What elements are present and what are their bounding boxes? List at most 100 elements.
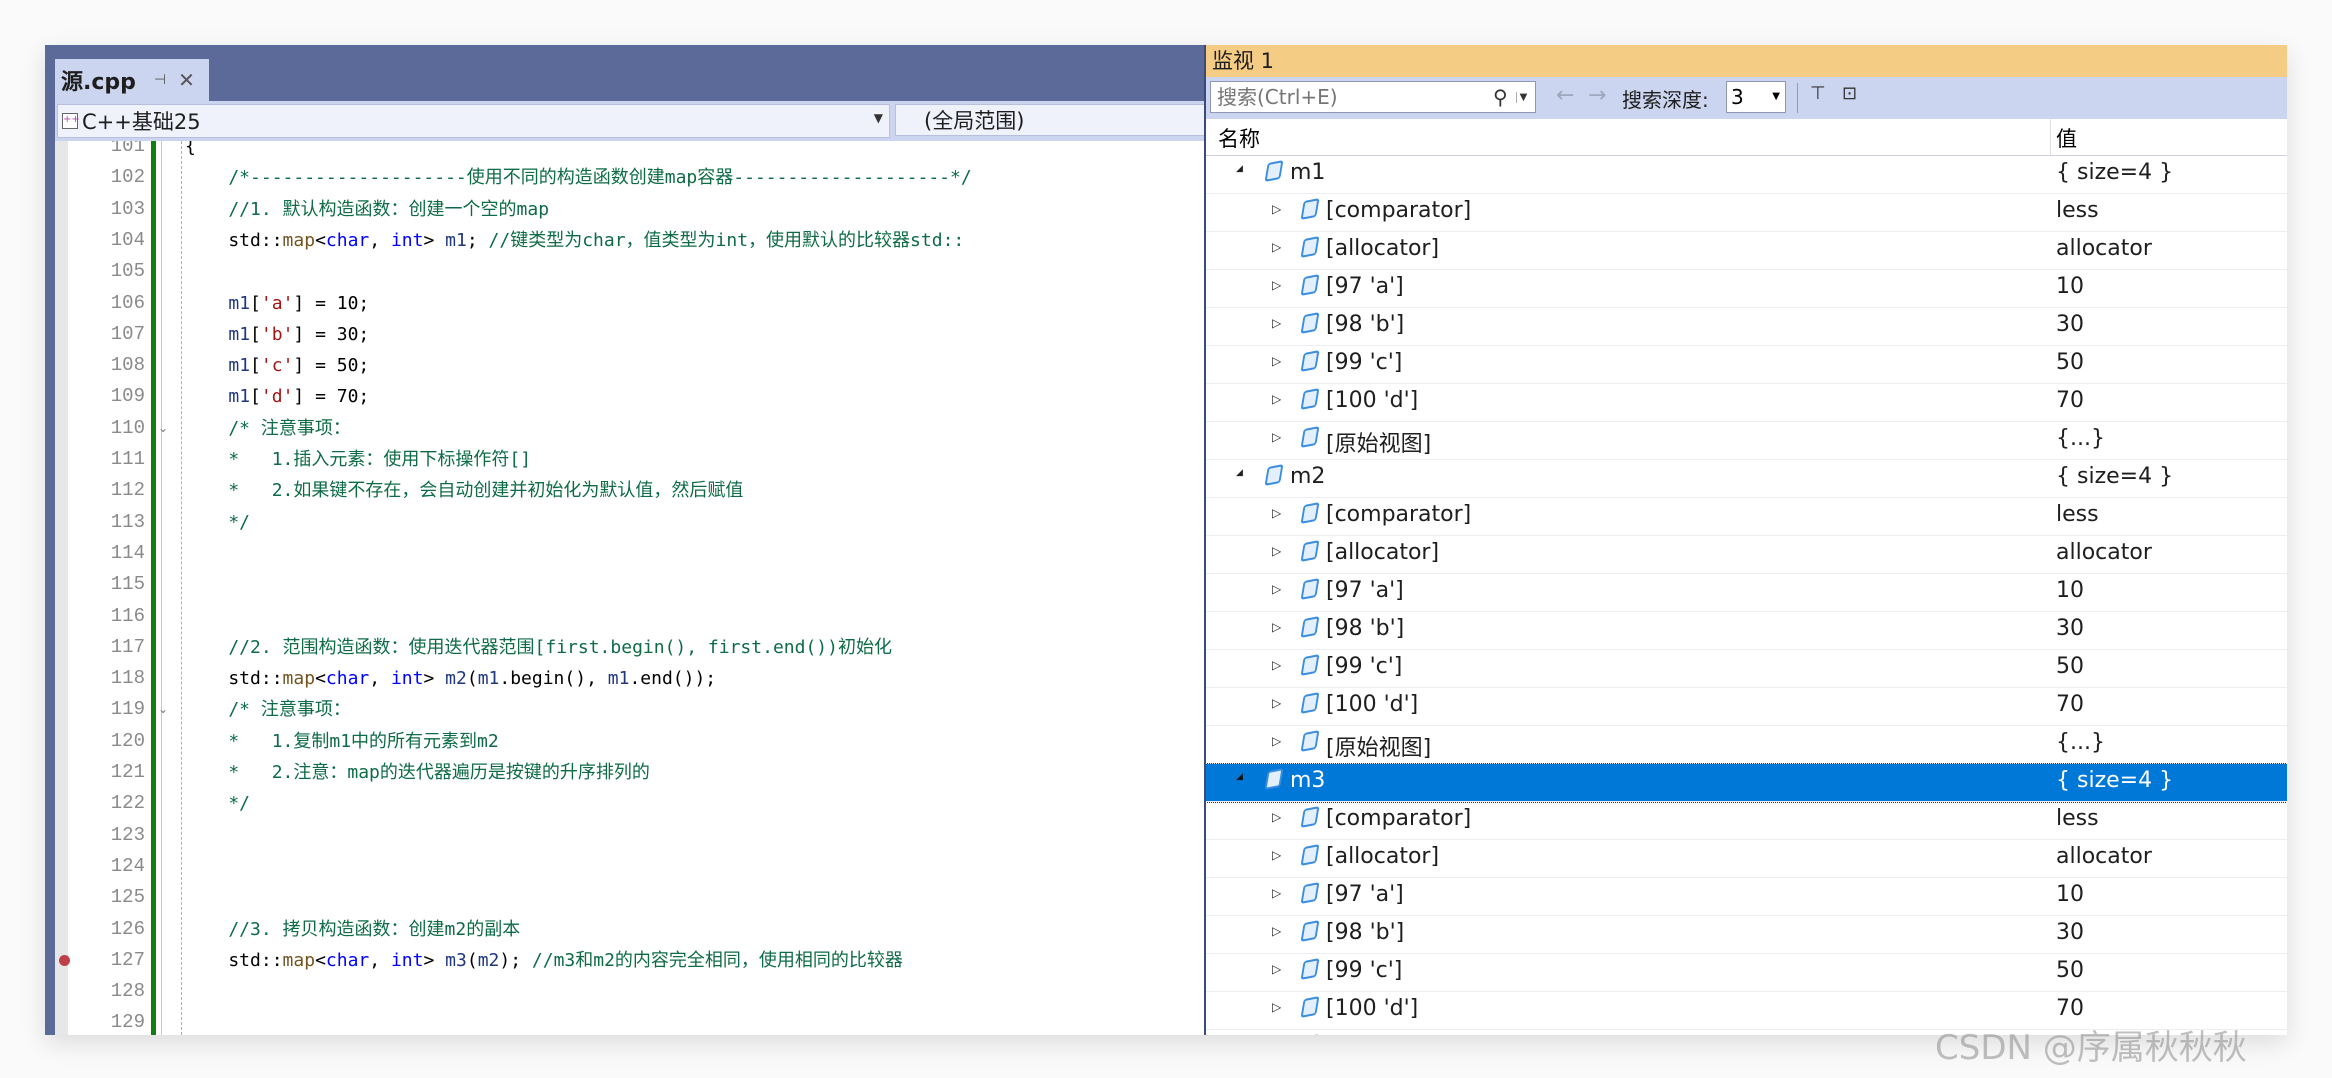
- watch-value[interactable]: 30: [2056, 616, 2084, 641]
- watch-value[interactable]: 30: [2056, 312, 2084, 337]
- watch-value[interactable]: allocator: [2056, 540, 2152, 565]
- watch-value[interactable]: less: [2056, 806, 2099, 831]
- watch-child-row[interactable]: ▷ [99 'c'] 50: [1206, 954, 2287, 992]
- watch-value[interactable]: less: [2056, 198, 2099, 223]
- expand-arrow-icon[interactable]: ▷: [1272, 506, 1281, 520]
- expand-arrow-icon[interactable]: ▷: [1272, 658, 1281, 672]
- watch-value[interactable]: 10: [2056, 274, 2084, 299]
- watch-child-row[interactable]: ▷ [97 'a'] 10: [1206, 878, 2287, 916]
- watch-child-row[interactable]: ▷ [allocator] allocator: [1206, 840, 2287, 878]
- watch-child-row[interactable]: ▷ [99 'c'] 50: [1206, 650, 2287, 688]
- expand-arrow-icon[interactable]: ▷: [1272, 886, 1281, 900]
- fold-toggle-icon[interactable]: ⌄: [158, 694, 168, 725]
- code-line[interactable]: 129: [55, 1007, 1204, 1035]
- watch-value[interactable]: 70: [2056, 388, 2084, 413]
- code-line[interactable]: 106 m1['a'] = 10;: [55, 288, 1204, 319]
- code-line[interactable]: 122 */: [55, 788, 1204, 819]
- watch-child-row[interactable]: ▷ [原始视图] {...}: [1206, 422, 2287, 460]
- close-icon[interactable]: ✕: [178, 68, 195, 92]
- code-line[interactable]: 107 m1['b'] = 30;: [55, 319, 1204, 350]
- expand-arrow-icon[interactable]: ▷: [1272, 354, 1281, 368]
- search-input[interactable]: [1215, 84, 1489, 110]
- watch-child-row[interactable]: ▷ [comparator] less: [1206, 498, 2287, 536]
- watch-child-row[interactable]: ▷ [99 'c'] 50: [1206, 346, 2287, 384]
- code-line[interactable]: 127 std::map<char, int> m3(m2); //m3和m2的…: [55, 945, 1204, 976]
- expand-arrow-icon[interactable]: ▷: [1272, 240, 1281, 254]
- code-line[interactable]: 112 * 2.如果键不存在，会自动创建并初始化为默认值，然后赋值: [55, 475, 1204, 506]
- tab-source-cpp[interactable]: 源.cpp ⊣ ✕: [55, 59, 209, 101]
- watch-value[interactable]: 10: [2056, 882, 2084, 907]
- code-line[interactable]: 109 m1['d'] = 70;: [55, 381, 1204, 412]
- column-resize-handle[interactable]: [2050, 119, 2051, 155]
- search-forward-button[interactable]: →: [1588, 83, 1606, 108]
- code-line[interactable]: 108 m1['c'] = 50;: [55, 350, 1204, 381]
- expand-arrow-icon[interactable]: ▷: [1272, 316, 1281, 330]
- watch-variable-row[interactable]: ◢ m2 { size=4 }: [1206, 460, 2287, 498]
- scope-dropdown[interactable]: (全局范围): [895, 104, 1215, 136]
- code-line[interactable]: 114: [55, 538, 1204, 569]
- watch-child-row[interactable]: ▷ [原始视图] {...}: [1206, 726, 2287, 764]
- code-line[interactable]: 123: [55, 820, 1204, 851]
- watch-child-row[interactable]: ▷ [98 'b'] 30: [1206, 916, 2287, 954]
- code-line[interactable]: 117 //2. 范围构造函数：使用迭代器范围[first.begin(), f…: [55, 632, 1204, 663]
- watch-child-row[interactable]: ▷ [97 'a'] 10: [1206, 270, 2287, 308]
- expand-arrow-icon[interactable]: ▷: [1272, 734, 1281, 748]
- expand-arrow-icon[interactable]: ▷: [1272, 202, 1281, 216]
- project-dropdown[interactable]: ++ C++基础25 ▼: [57, 104, 890, 138]
- search-icon[interactable]: ⚲: [1493, 85, 1508, 109]
- code-line[interactable]: 111 * 1.插入元素：使用下标操作符[]: [55, 444, 1204, 475]
- watch-child-row[interactable]: ▷ [98 'b'] 30: [1206, 612, 2287, 650]
- search-back-button[interactable]: ←: [1556, 83, 1574, 108]
- watch-child-row[interactable]: ▷ [allocator] allocator: [1206, 536, 2287, 574]
- watch-value[interactable]: 70: [2056, 996, 2084, 1021]
- watch-value[interactable]: { size=4 }: [2056, 464, 2173, 489]
- watch-value[interactable]: 70: [2056, 692, 2084, 717]
- watch-child-row[interactable]: ▷ [100 'd'] 70: [1206, 384, 2287, 422]
- code-area[interactable]: 101 {102 /*--------------------使用不同的构造函数创…: [55, 141, 1204, 1035]
- code-line[interactable]: 110 /* 注意事项： ⌄: [55, 413, 1204, 444]
- code-line[interactable]: 104 std::map<char, int> m1; //键类型为char，值…: [55, 225, 1204, 256]
- view-hex-icon[interactable]: ⊡: [1842, 83, 1857, 104]
- code-line[interactable]: 101 {: [55, 141, 1204, 162]
- code-line[interactable]: 116: [55, 601, 1204, 632]
- watch-variable-row[interactable]: ◢ m1 { size=4 }: [1206, 156, 2287, 194]
- column-name[interactable]: 名称: [1218, 123, 1260, 153]
- expand-arrow-icon[interactable]: ▷: [1272, 1000, 1281, 1014]
- watch-value[interactable]: 30: [2056, 920, 2084, 945]
- watch-value[interactable]: less: [2056, 502, 2099, 527]
- code-line[interactable]: 126 //3. 拷贝构造函数：创建m2的副本: [55, 914, 1204, 945]
- code-line[interactable]: 113 */: [55, 507, 1204, 538]
- code-line[interactable]: 102 /*--------------------使用不同的构造函数创建map…: [55, 162, 1204, 193]
- collapse-arrow-icon[interactable]: ◢: [1236, 468, 1243, 478]
- watch-child-row[interactable]: ▷ [allocator] allocator: [1206, 232, 2287, 270]
- fold-toggle-icon[interactable]: ⌄: [158, 413, 168, 444]
- expand-arrow-icon[interactable]: ▷: [1272, 620, 1281, 634]
- watch-child-row[interactable]: ▷ [comparator] less: [1206, 802, 2287, 840]
- expand-arrow-icon[interactable]: ▷: [1272, 848, 1281, 862]
- expand-arrow-icon[interactable]: ▷: [1272, 924, 1281, 938]
- code-line[interactable]: 120 * 1.复制m1中的所有元素到m2: [55, 726, 1204, 757]
- watch-value[interactable]: 10: [2056, 578, 2084, 603]
- watch-child-row[interactable]: ▷ [100 'd'] 70: [1206, 688, 2287, 726]
- code-line[interactable]: 105: [55, 256, 1204, 287]
- expand-arrow-icon[interactable]: ▷: [1272, 810, 1281, 824]
- expand-arrow-icon[interactable]: ▷: [1272, 278, 1281, 292]
- watch-value[interactable]: { size=4 }: [2056, 160, 2173, 185]
- watch-child-row[interactable]: ▷ [98 'b'] 30: [1206, 308, 2287, 346]
- expand-arrow-icon[interactable]: ▷: [1272, 544, 1281, 558]
- pin-icon[interactable]: ⊤: [1810, 83, 1826, 104]
- search-depth-dropdown[interactable]: 3 ▼: [1726, 81, 1786, 113]
- expand-arrow-icon[interactable]: ▷: [1272, 962, 1281, 976]
- watch-variable-row[interactable]: ◢ m3 { size=4 }: [1206, 763, 2287, 803]
- expand-arrow-icon[interactable]: ▷: [1272, 392, 1281, 406]
- watch-value[interactable]: 50: [2056, 958, 2084, 983]
- code-line[interactable]: 115: [55, 569, 1204, 600]
- code-line[interactable]: 103 //1. 默认构造函数：创建一个空的map: [55, 194, 1204, 225]
- code-line[interactable]: 125: [55, 882, 1204, 913]
- code-line[interactable]: 124: [55, 851, 1204, 882]
- expand-arrow-icon[interactable]: ▷: [1272, 430, 1281, 444]
- watch-value[interactable]: {...}: [2056, 426, 2105, 451]
- collapse-arrow-icon[interactable]: ◢: [1236, 772, 1243, 782]
- code-line[interactable]: 128: [55, 976, 1204, 1007]
- breakpoint-icon[interactable]: [59, 954, 70, 966]
